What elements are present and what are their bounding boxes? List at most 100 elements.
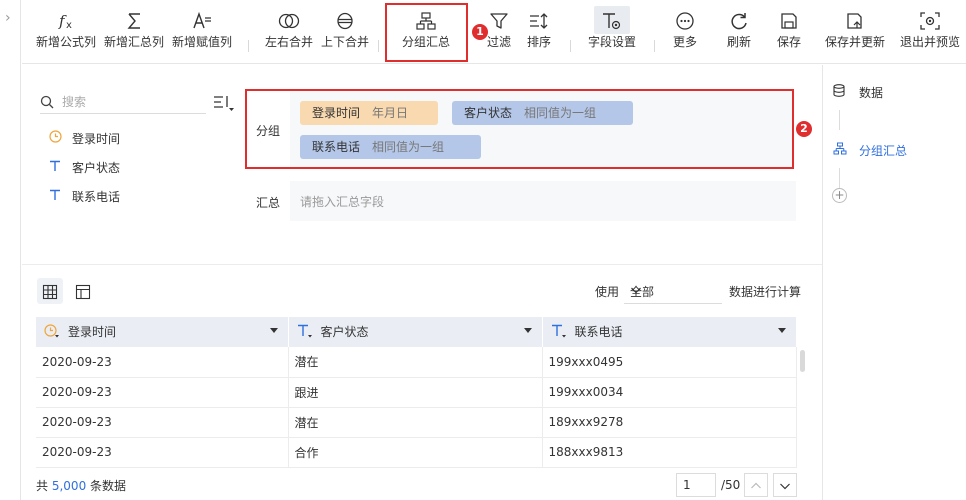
step-label: 分组汇总 — [859, 144, 908, 158]
chevron-right-icon[interactable]: › — [5, 10, 11, 26]
add-formula-column-button[interactable]: fx 新增公式列 — [34, 6, 98, 50]
table-scrollbar[interactable] — [800, 350, 805, 372]
field-item-phone[interactable]: 联系电话 — [46, 187, 120, 207]
clock-icon — [46, 129, 64, 149]
toolbar: fx 新增公式列 新增汇总列 新增赋值列 左右合并 上下合并 分组汇总 过滤 排… — [22, 0, 966, 64]
text-type-icon — [297, 324, 315, 341]
chevron-up-icon — [750, 478, 762, 492]
next-page-button[interactable] — [773, 473, 797, 497]
column-header-label: 客户状态 — [320, 325, 369, 339]
toolbar-label: 排序 — [526, 35, 551, 49]
database-icon — [833, 84, 849, 100]
table-cell: 2020-09-23 — [36, 377, 289, 408]
column-header-label: 登录时间 — [68, 325, 117, 339]
toolbar-label: 退出并预览 — [899, 35, 960, 49]
total-suffix: 条数据 — [90, 479, 127, 493]
table-cell: 199xxx0034 — [542, 377, 797, 408]
add-assign-column-button[interactable]: 新增赋值列 — [170, 6, 234, 50]
fx-icon: fx — [51, 6, 81, 34]
caret-down-icon[interactable] — [269, 328, 278, 333]
layout-icon — [75, 284, 91, 299]
toolbar-label: 新增公式列 — [35, 35, 96, 49]
group-summary-icon — [833, 142, 849, 158]
step-label: 数据 — [859, 86, 884, 100]
table-row: 2020-09-23 潜在 189xxx9278 — [36, 407, 797, 438]
merge-horizontal-icon — [274, 6, 304, 34]
step-data[interactable]: 数据 — [833, 84, 883, 101]
refresh-button[interactable]: 刷新 — [720, 6, 758, 50]
left-collapse-rail[interactable]: › — [0, 0, 21, 500]
assign-icon — [187, 6, 217, 34]
field-sort-icon[interactable] — [213, 94, 235, 115]
caret-down-icon[interactable] — [777, 328, 786, 333]
add-step-button[interactable]: + — [832, 188, 847, 203]
table-cell: 2020-09-23 — [36, 407, 289, 438]
section-divider — [22, 264, 822, 265]
toolbar-label: 新增赋值列 — [171, 35, 232, 49]
calc-suffix-label: 数据进行计算 — [729, 285, 802, 299]
table-row: 2020-09-23 潜在 199xxx0495 — [36, 347, 797, 378]
grid-view-toggle[interactable] — [37, 278, 63, 304]
step-group-summary[interactable]: 分组汇总 — [833, 142, 907, 159]
table-row: 2020-09-23 合作 188xxx9813 — [36, 437, 797, 468]
toolbar-label: 过滤 — [486, 35, 511, 49]
sigma-icon — [119, 6, 149, 34]
grid-icon — [42, 284, 58, 299]
toolbar-separator — [654, 40, 655, 52]
refresh-icon — [724, 6, 754, 34]
data-table: 登录时间 客户状态 联系电话 2020-09-23 潜在 199xxx0495 … — [36, 317, 797, 468]
page-number-input[interactable]: 1 — [676, 473, 716, 497]
data-scope-select[interactable]: 全部 — [624, 278, 722, 304]
search-icon — [40, 95, 54, 112]
field-item-customer-status[interactable]: 客户状态 — [46, 158, 120, 178]
save-button[interactable]: 保存 — [770, 6, 808, 50]
sort-button[interactable]: 排序 — [522, 6, 556, 50]
table-cell: 2020-09-23 — [36, 437, 289, 468]
field-settings-button[interactable]: 字段设置 — [580, 6, 644, 50]
field-search — [40, 92, 206, 114]
table-cell: 189xxx9278 — [542, 407, 797, 438]
column-header-label: 联系电话 — [574, 325, 623, 339]
save-and-update-button[interactable]: 保存并更新 — [822, 6, 888, 50]
more-icon — [670, 6, 700, 34]
merge-vertical-button[interactable]: 上下合并 — [318, 6, 372, 50]
filter-icon — [484, 6, 514, 34]
highlight-group-config — [245, 89, 794, 169]
chevron-down-icon — [779, 478, 791, 492]
merge-vertical-icon — [330, 6, 360, 34]
table-row: 2020-09-23 跟进 199xxx0034 — [36, 377, 797, 408]
prev-page-button[interactable] — [744, 473, 768, 497]
table-cell: 2020-09-23 — [36, 347, 289, 378]
toolbar-separator — [570, 40, 571, 52]
toolbar-label: 保存并更新 — [824, 35, 885, 49]
summary-placeholder: 请拖入汇总字段 — [300, 195, 385, 209]
field-item-login-time[interactable]: 登录时间 — [46, 129, 120, 149]
field-item-label: 登录时间 — [72, 132, 121, 146]
highlight-group-summary — [385, 3, 468, 62]
table-cell: 潜在 — [288, 347, 543, 378]
summary-drop-zone[interactable]: 请拖入汇总字段 — [290, 181, 796, 221]
toolbar-label: 左右合并 — [264, 35, 313, 49]
column-header-phone[interactable]: 联系电话 — [542, 317, 797, 347]
table-cell: 跟进 — [288, 377, 543, 408]
add-summary-column-button[interactable]: 新增汇总列 — [102, 6, 166, 50]
layout-view-toggle[interactable] — [70, 278, 96, 304]
step-connector — [839, 168, 840, 188]
column-header-customer-status[interactable]: 客户状态 — [288, 317, 543, 347]
toolbar-label: 上下合并 — [320, 35, 369, 49]
annotation-badge-1: 1 — [472, 24, 488, 40]
field-item-label: 客户状态 — [72, 161, 121, 175]
toolbar-label: 刷新 — [726, 35, 751, 49]
merge-horizontal-button[interactable]: 左右合并 — [262, 6, 316, 50]
text-type-icon — [46, 187, 64, 207]
more-button[interactable]: 更多 — [666, 6, 704, 50]
total-count: 共 5,000 条数据 — [36, 477, 126, 494]
annotation-badge-2: 2 — [796, 121, 812, 137]
caret-down-icon[interactable] — [523, 328, 532, 333]
text-type-icon — [551, 324, 569, 341]
toolbar-separator — [248, 40, 249, 52]
column-header-login-time[interactable]: 登录时间 — [36, 317, 289, 347]
table-cell: 潜在 — [288, 407, 543, 438]
exit-and-preview-button[interactable]: 退出并预览 — [898, 6, 962, 50]
search-input[interactable] — [62, 92, 202, 112]
